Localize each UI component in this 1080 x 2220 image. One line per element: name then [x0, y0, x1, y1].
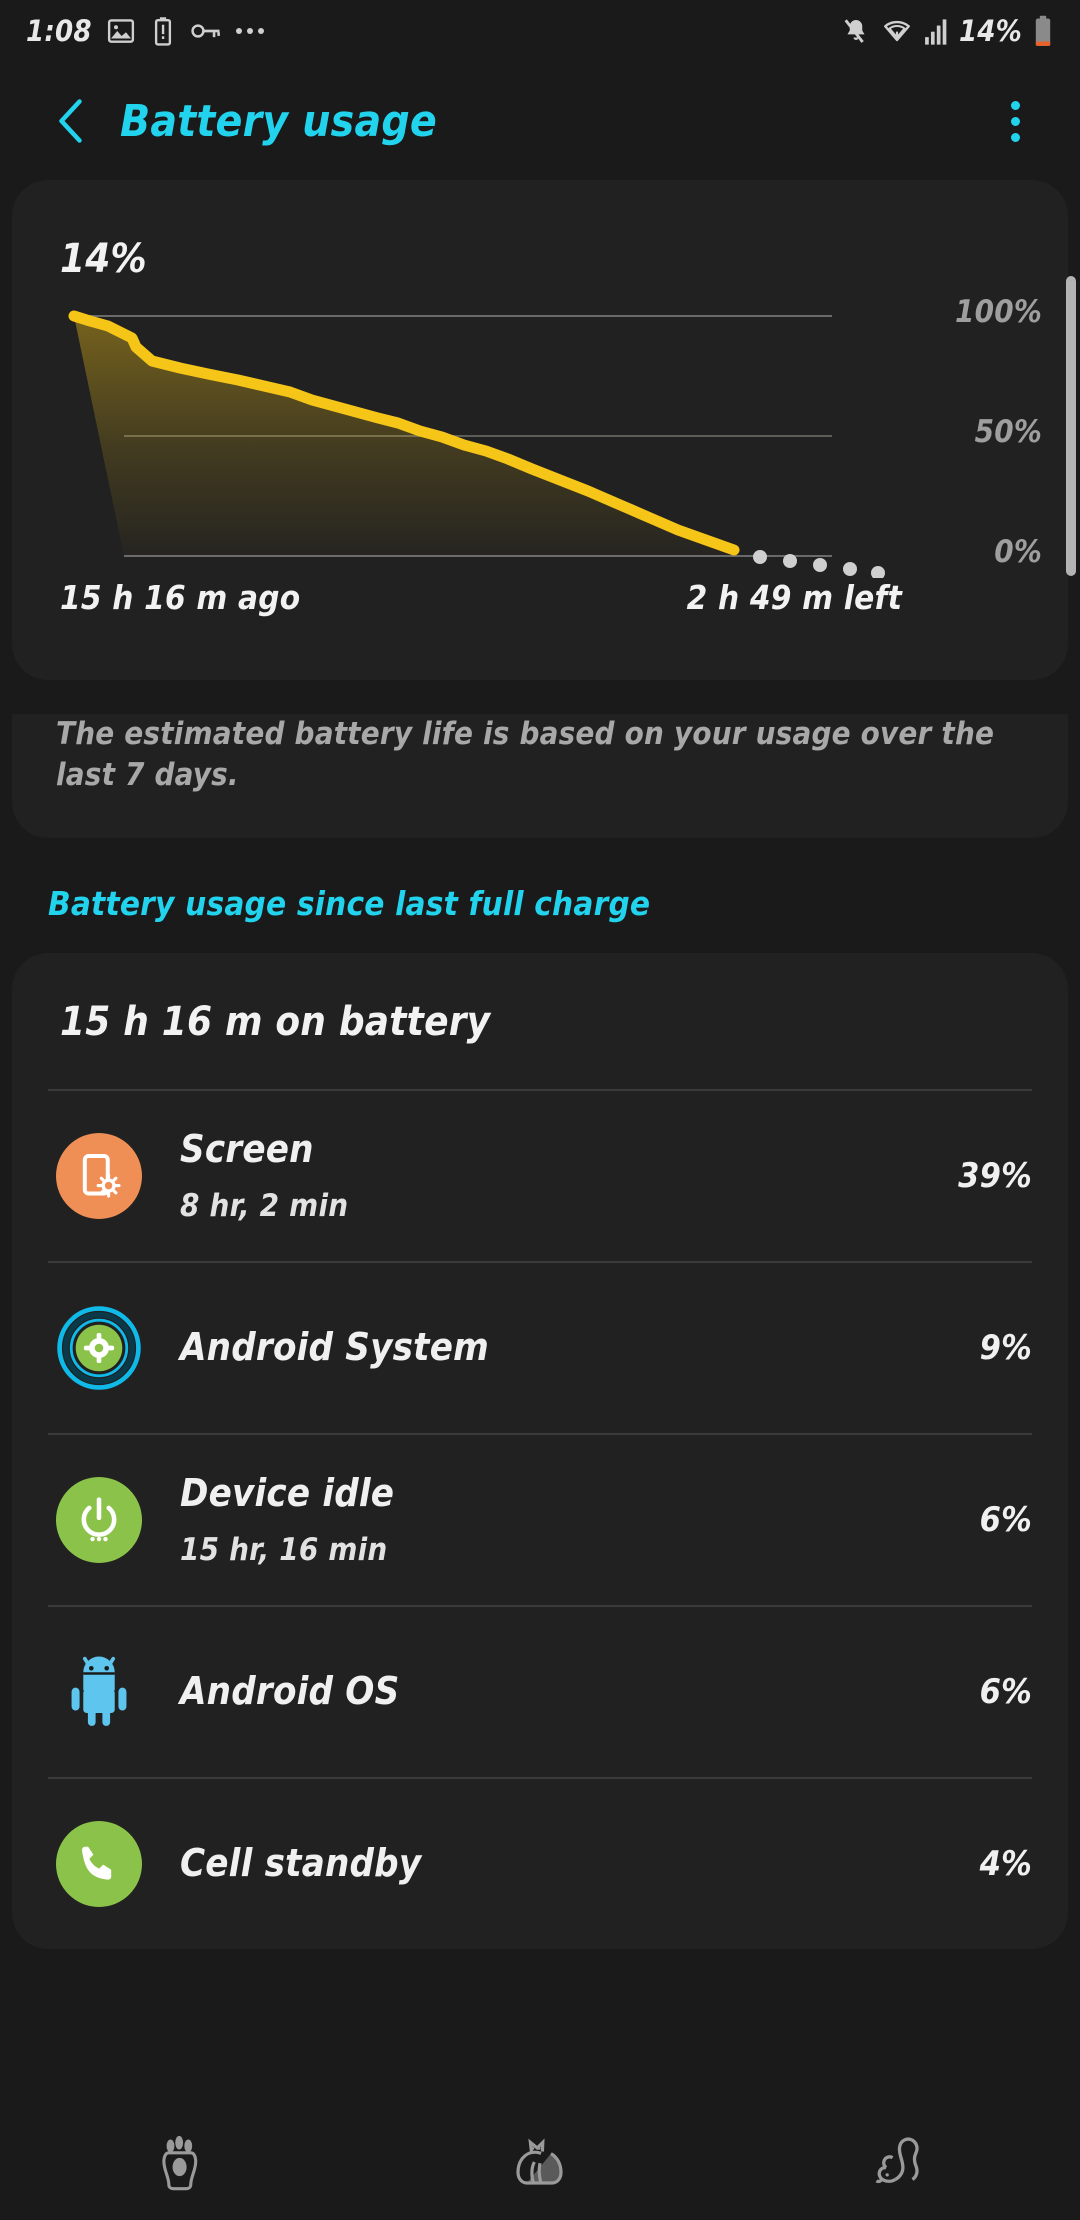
wifi-icon	[881, 16, 913, 46]
app-bar: Battery usage	[0, 62, 1080, 180]
list-item-percent: 4%	[979, 1843, 1032, 1884]
image-icon	[106, 16, 136, 46]
list-item-name: Cell standby	[180, 1840, 422, 1885]
table-row[interactable]: Screen 8 hr, 2 min 39%	[12, 1091, 1068, 1261]
status-bar-left: 1:08	[26, 14, 264, 48]
power-idle-icon	[56, 1476, 142, 1563]
android-system-gear-icon	[56, 1305, 142, 1391]
table-row[interactable]: Device idle 15 hr, 16 min 6%	[12, 1435, 1068, 1605]
time-on-battery-header: 15 h 16 m on battery	[60, 998, 491, 1045]
chart-x-axis-labels: 15 h 16 m ago 2 h 49 m left	[12, 578, 1068, 617]
table-row[interactable]: Cell standby 4%	[12, 1779, 1068, 1949]
row-text: Screen 8 hr, 2 min	[142, 1126, 938, 1224]
back-chevron-icon[interactable]	[46, 95, 98, 147]
y-axis-label-0: 0%	[994, 534, 1042, 570]
status-clock: 1:08	[26, 14, 92, 48]
battery-alert-icon	[150, 16, 176, 46]
list-item-name: Android OS	[180, 1668, 400, 1713]
battery-chart-svg	[68, 310, 885, 578]
battery-usage-list-card: 15 h 16 m on battery Screen 8 hr, 2 min …	[12, 952, 1068, 1949]
status-battery-percent: 14%	[958, 14, 1022, 48]
list-item-percent: 9%	[979, 1327, 1032, 1368]
vpn-key-icon	[190, 18, 222, 44]
list-item-percent: 39%	[958, 1155, 1032, 1196]
cat-sitting-home-icon[interactable]	[480, 2112, 600, 2208]
chart-current-percent: 14%	[60, 236, 147, 282]
battery-prediction-dots	[753, 550, 885, 578]
status-bar-right: 14%	[841, 14, 1054, 48]
row-text: Android System	[142, 1324, 960, 1370]
x-axis-label-start: 15 h 16 m ago	[60, 578, 301, 617]
ringer-muted-icon	[841, 16, 871, 46]
list-item-name: Device idle	[180, 1470, 395, 1515]
row-text: Device idle 15 hr, 16 min	[142, 1470, 960, 1568]
status-bar: 1:08 14%	[0, 0, 1080, 62]
overflow-menu-icon[interactable]	[997, 87, 1034, 156]
section-title-battery-usage: Battery usage since last full charge	[48, 883, 651, 923]
cellular-signal-icon	[923, 16, 949, 46]
row-text: Cell standby	[142, 1840, 960, 1886]
battery-icon	[1032, 15, 1054, 47]
scrollbar-thumb[interactable]	[1066, 276, 1076, 576]
y-axis-label-50: 50%	[974, 414, 1042, 450]
table-row[interactable]: Android OS 6%	[12, 1607, 1068, 1777]
list-item-percent: 6%	[979, 1499, 1032, 1540]
table-row[interactable]: Android System 9%	[12, 1263, 1068, 1433]
battery-chart-card: 14% 100% 50% 0% 15 h 16 m ago 2 h 49 m l…	[12, 180, 1068, 680]
scroll-content[interactable]: 14% 100% 50% 0% 15 h 16 m ago 2 h 49 m l…	[0, 180, 1080, 2100]
estimated-battery-note: The estimated battery life is based on y…	[56, 716, 995, 793]
system-navigation-bar	[0, 2100, 1080, 2220]
phone-screen: 1:08 14% Battery usage 14% 100% 50% 0% 1…	[0, 0, 1080, 2220]
battery-chart: 100% 50% 0%	[12, 294, 1068, 578]
page-title: Battery usage	[120, 95, 437, 147]
chart-note-container: The estimated battery life is based on y…	[12, 714, 1068, 838]
screen-brightness-icon	[56, 1132, 142, 1219]
cat-paw-recents-icon[interactable]	[120, 2112, 240, 2208]
list-item-percent: 6%	[979, 1671, 1032, 1712]
android-robot-icon	[56, 1649, 142, 1735]
cat-walking-back-icon[interactable]	[840, 2112, 960, 2208]
row-text: Android OS	[142, 1668, 960, 1714]
list-item-name: Android System	[180, 1324, 489, 1369]
call-icon	[56, 1820, 142, 1907]
x-axis-label-end: 2 h 49 m left	[686, 578, 902, 617]
list-item-name: Screen	[180, 1126, 314, 1171]
more-notifications-icon	[235, 28, 264, 34]
list-item-sub: 8 hr, 2 min	[180, 1187, 349, 1224]
y-axis-label-100: 100%	[955, 294, 1042, 330]
list-item-sub: 15 hr, 16 min	[180, 1531, 388, 1568]
